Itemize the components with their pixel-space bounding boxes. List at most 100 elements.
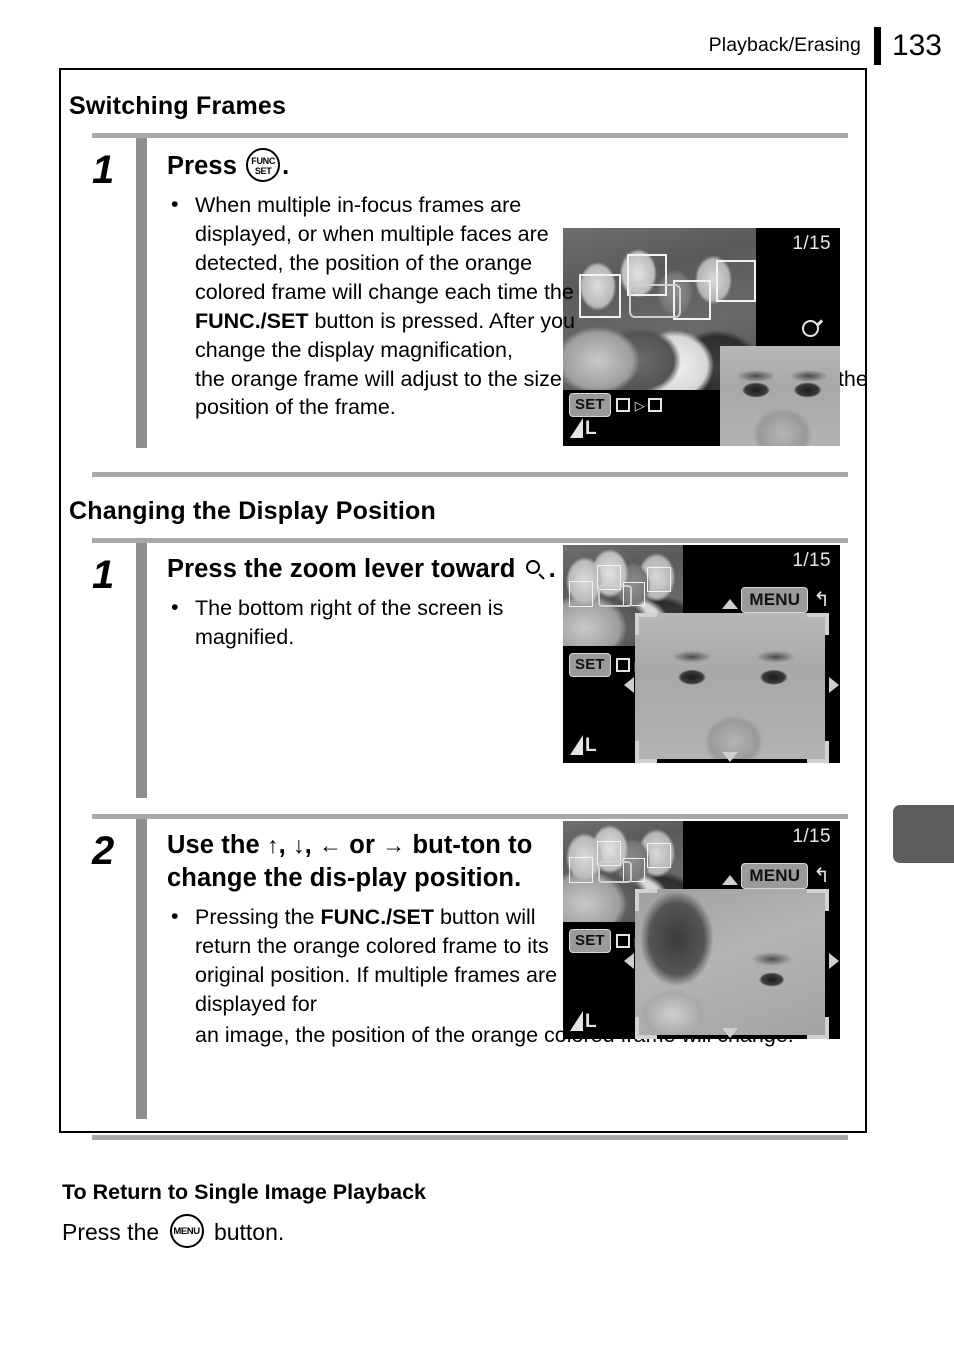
step-title-period: . bbox=[548, 555, 556, 583]
step-number: 1 bbox=[92, 553, 115, 597]
pan-up-indicator-icon bbox=[722, 875, 738, 885]
step-accent-bar bbox=[136, 138, 147, 448]
return-arrow-icon: ↰ bbox=[813, 589, 830, 611]
bottom-note-title: To Return to Single Image Playback bbox=[62, 1180, 426, 1204]
image-size-label: L bbox=[585, 735, 597, 756]
bullet-bold-funcset: FUNC./SET bbox=[320, 905, 434, 930]
frame-square-icon bbox=[615, 934, 630, 948]
arrow-separator: , bbox=[278, 831, 286, 859]
pan-left-indicator-icon bbox=[624, 953, 634, 969]
frame-square-icon bbox=[647, 398, 662, 412]
step-title-text-a: Use the bbox=[167, 831, 260, 859]
func-set-button-icon: FUNC SET bbox=[246, 148, 281, 182]
frame-counter: 1/15 bbox=[792, 826, 831, 847]
lcd-display-position-1: 1/15 SET ▷ MENU ↰ bbox=[563, 545, 840, 763]
menu-return-indicator: MENU ↰ bbox=[741, 587, 830, 613]
image-size-label: L bbox=[585, 1011, 597, 1032]
arrow-left-icon: ← bbox=[318, 832, 343, 858]
set-button-chip: SET bbox=[569, 653, 611, 677]
zoom-frame-corner-icon bbox=[635, 741, 657, 763]
bottom-note: To Return to Single Image Playback Press… bbox=[62, 1180, 762, 1248]
magnified-face-inset bbox=[720, 346, 840, 446]
image-quality-indicator: L bbox=[570, 418, 597, 438]
step-number: 2 bbox=[92, 829, 115, 873]
bottom-note-line: Press the MENU button. bbox=[62, 1213, 762, 1248]
orange-selected-frame bbox=[598, 861, 632, 883]
zoom-frame-corner-icon bbox=[807, 613, 829, 635]
func-label: FUNC bbox=[251, 156, 276, 166]
zoom-frame-corner-icon bbox=[635, 889, 657, 911]
menu-button-chip: MENU bbox=[741, 587, 809, 613]
set-button-chip: SET bbox=[569, 393, 611, 417]
zoom-frame-corner-icon bbox=[807, 741, 829, 763]
face-frame bbox=[579, 274, 621, 318]
step-title: Press the zoom lever toward . bbox=[167, 553, 567, 586]
pan-left-indicator-icon bbox=[624, 677, 634, 693]
bullet-text-a: Pressing the bbox=[195, 905, 321, 930]
step-display-position-2: 2 1/15 SET ▷ MENU ↰ bbox=[61, 819, 865, 1119]
page-number: 133 bbox=[891, 29, 942, 62]
step-switching-frames-1: 1 1/15 SET ▷ L Press FUNC SET . • When m… bbox=[61, 138, 868, 448]
step-body: 1/15 SET ▷ MENU ↰ bbox=[147, 543, 865, 798]
arrow-down-icon: ↓ bbox=[293, 832, 305, 858]
compression-triangle-icon bbox=[570, 735, 583, 755]
step-title: Press FUNC SET . bbox=[167, 148, 865, 183]
header-divider-rule bbox=[873, 27, 881, 65]
step-accent-bar bbox=[136, 543, 147, 798]
arrow-right-icon: → bbox=[382, 832, 406, 858]
step-title: Use the ↑, ↓, ← or → but-ton to change t… bbox=[167, 829, 567, 895]
step-body: 1/15 SET ▷ L Press FUNC SET . • When mul… bbox=[147, 138, 868, 448]
orange-selected-frame bbox=[629, 284, 681, 318]
section-heading-changing-display-position: Changing the Display Position bbox=[69, 497, 436, 525]
frame-square-icon bbox=[615, 658, 630, 672]
menu-label: MENU bbox=[173, 1225, 200, 1237]
face-frame bbox=[569, 857, 593, 883]
frame-counter: 1/15 bbox=[792, 233, 831, 254]
set-button-chip: SET bbox=[569, 929, 611, 953]
zoom-frame-corner-icon bbox=[635, 613, 657, 635]
magnified-face-view bbox=[635, 613, 825, 759]
frame-counter: 1/15 bbox=[792, 550, 831, 571]
step-number: 1 bbox=[92, 148, 115, 192]
step-accent-bar bbox=[136, 819, 147, 1119]
face-frame-selected bbox=[716, 260, 756, 302]
face-frame-selected bbox=[647, 567, 671, 592]
step-bullet: Pressing the FUNC./SET button will retur… bbox=[167, 902, 575, 1019]
bottom-note-text-post: button. bbox=[213, 1218, 285, 1245]
arrow-separator: , bbox=[304, 831, 312, 859]
arrow-up-icon: ↑ bbox=[267, 832, 279, 858]
page-running-header: Playback/Erasing 133 bbox=[709, 26, 942, 66]
pan-down-indicator-icon bbox=[722, 752, 738, 762]
step-bullet: When multiple in-focus frames are displa… bbox=[167, 190, 575, 364]
header-chapter-title: Playback/Erasing bbox=[708, 34, 861, 57]
instructions-content-box: Switching Frames 1 1/15 SET ▷ L Press FU… bbox=[59, 68, 868, 1140]
zoom-frame-corner-icon bbox=[807, 889, 829, 911]
bullet-bold-funcset: FUNC./SET bbox=[195, 308, 309, 333]
menu-button-chip: MENU bbox=[741, 863, 809, 889]
set-switch-indicator: SET ▷ bbox=[569, 393, 662, 417]
lcd-display-position-2: 1/15 SET ▷ MENU ↰ bbox=[563, 821, 840, 1039]
frame-square-icon bbox=[615, 398, 630, 412]
magnify-icon bbox=[525, 560, 546, 580]
menu-return-indicator: MENU ↰ bbox=[741, 863, 830, 889]
step-title-or: or bbox=[349, 831, 375, 859]
step-title-text: Press bbox=[167, 152, 237, 180]
magnify-indicator-icon bbox=[802, 320, 824, 342]
compression-triangle-icon bbox=[570, 418, 583, 438]
menu-button-icon: MENU bbox=[169, 1213, 204, 1248]
set-label: SET bbox=[254, 166, 272, 176]
pan-right-indicator-icon bbox=[829, 953, 839, 969]
section-separator-rule bbox=[92, 472, 848, 477]
chapter-index-tab bbox=[893, 805, 954, 863]
step-display-position-1: 1 1/15 SET ▷ MENU ↰ bbox=[61, 543, 865, 798]
image-size-label: L bbox=[585, 418, 597, 439]
zoom-frame-corner-icon bbox=[635, 1017, 657, 1039]
bullet-text-a: When multiple in-focus frames are displa… bbox=[195, 193, 574, 304]
image-quality-indicator: L bbox=[570, 735, 597, 755]
pan-up-indicator-icon bbox=[722, 599, 738, 609]
step-title-text: Press the zoom lever toward bbox=[167, 555, 516, 583]
section-heading-switching-frames: Switching Frames bbox=[69, 92, 287, 120]
orange-selected-frame bbox=[598, 585, 632, 607]
step-title-period: . bbox=[282, 152, 290, 180]
step-bullet: The bottom right of the screen is magnif… bbox=[167, 593, 575, 652]
